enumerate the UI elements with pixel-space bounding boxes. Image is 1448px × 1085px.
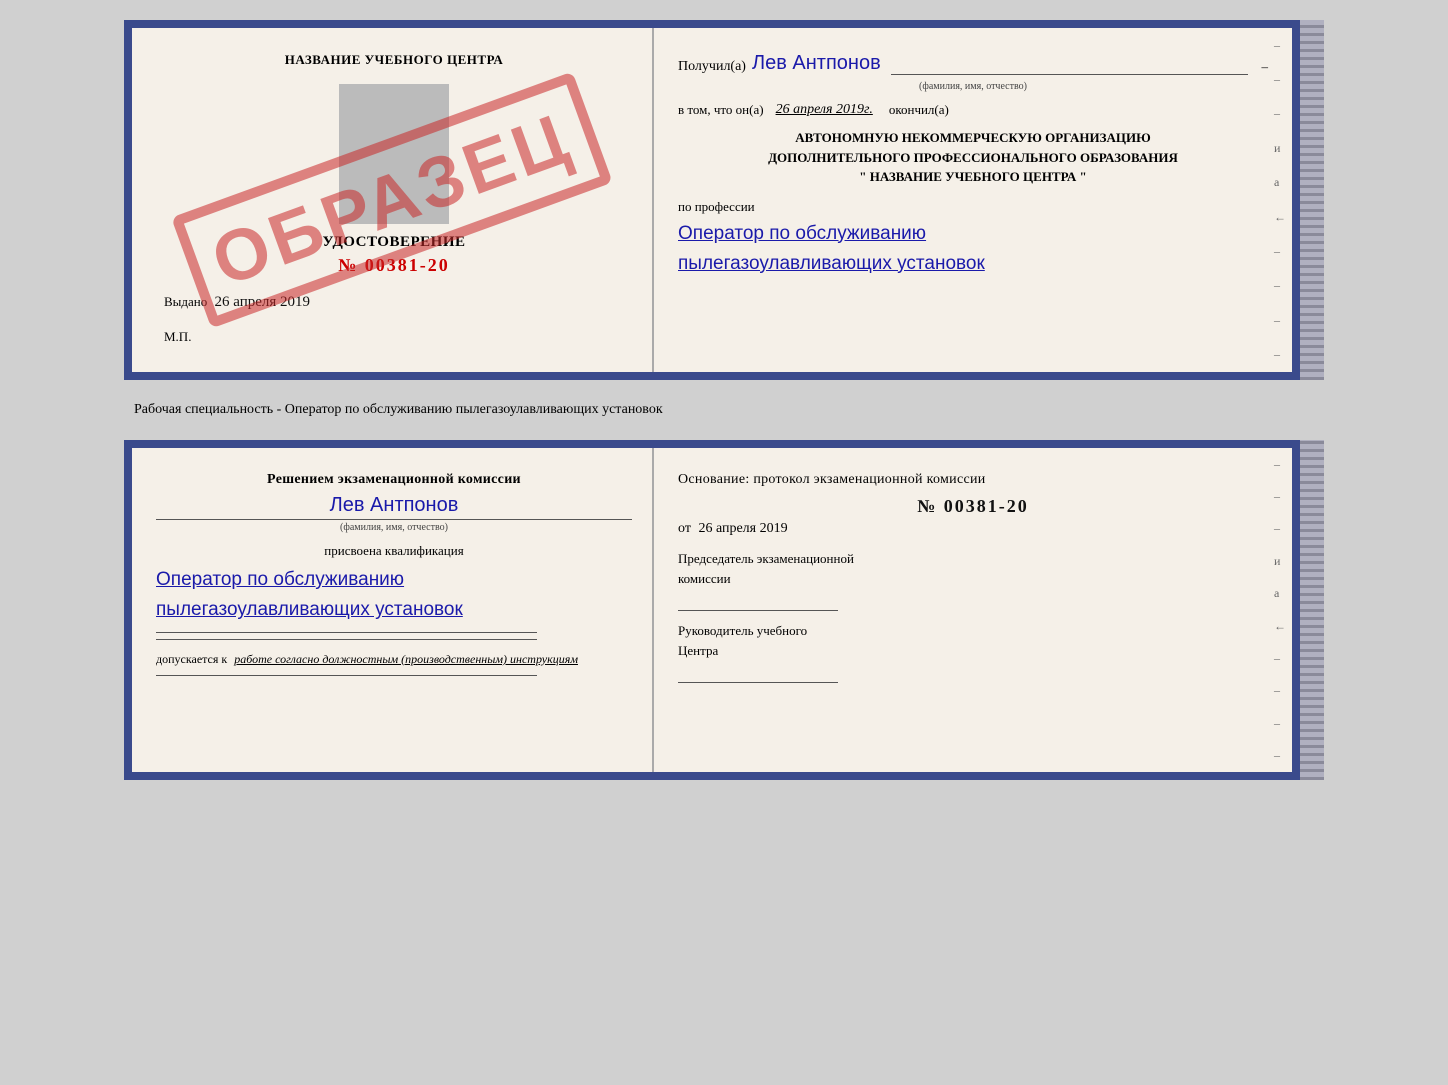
recipient-row: Получил(а) Лев Антпонов – (678, 52, 1268, 75)
protocol-date: от 26 апреля 2019 (678, 521, 1268, 537)
bottom-fio-label: (фамилия, имя, отчество) (156, 519, 632, 533)
predsedatel-line2: комиссии (678, 571, 1268, 587)
poluchil-label: Получил(а) (678, 59, 746, 75)
po-professii-label: по профессии (678, 199, 1268, 215)
protocol-number: № 00381-20 (678, 496, 1268, 517)
cert-number: № 00381-20 (156, 255, 632, 276)
org-line3: " НАЗВАНИЕ УЧЕБНОГО ЦЕНТРА " (678, 167, 1268, 187)
mp-label: М.П. (156, 329, 632, 345)
rukovoditel-line2: Центра (678, 643, 1268, 659)
certificate-bottom: Решением экзаменационной комиссии Лев Ан… (124, 440, 1300, 780)
separator-text: Рабочая специальность - Оператор по обсл… (124, 396, 1324, 424)
vydano-line: Выдано 26 апреля 2019 (156, 294, 632, 311)
bottom-qualification-line2: пылегазоулавливающих установок (156, 595, 632, 625)
fio-label-top: (фамилия, имя, отчество) (678, 81, 1268, 92)
top-school-name: НАЗВАНИЕ УЧЕБНОГО ЦЕНТРА (156, 52, 632, 68)
vydano-prefix: Выдано (164, 294, 207, 309)
predsedatel-sig-line (678, 591, 838, 611)
cert-bottom-left: Решением экзаменационной комиссии Лев Ан… (132, 448, 654, 772)
org-line1: АВТОНОМНУЮ НЕКОММЕРЧЕСКУЮ ОРГАНИЗАЦИЮ (678, 128, 1268, 148)
vtom-prefix: в том, что он(а) (678, 102, 764, 118)
rukovoditel-sig-line (678, 663, 838, 683)
bottom-certificate-wrapper: Решением экзаменационной комиссии Лев Ан… (124, 440, 1324, 780)
bottom-right-dashes: –––иа←–––– (1274, 448, 1286, 772)
photo-placeholder (339, 84, 449, 224)
dopuskaetsya-text: работе согласно должностным (производств… (234, 652, 578, 666)
bottom-recipient-name: Лев Антпонов (156, 494, 632, 517)
recipient-name-top: Лев Антпонов (752, 52, 881, 75)
vydano-date: 26 апреля 2019 (215, 294, 311, 310)
dopuskaetsya-block: допускается к работе согласно должностны… (156, 652, 632, 667)
ot-date: 26 апреля 2019 (698, 521, 787, 536)
vtom-date: 26 апреля 2019г. (776, 102, 873, 118)
bottom-qualification-line1: Оператор по обслуживанию (156, 565, 632, 595)
udostoverenie-label: УДОСТОВЕРЕНИЕ (156, 234, 632, 251)
rukovoditel-line1: Руководитель учебного (678, 623, 1268, 639)
dash-1: – (1262, 59, 1269, 75)
sig-line-2 (156, 639, 537, 640)
vtom-row: в том, что он(а) 26 апреля 2019г. окончи… (678, 102, 1268, 118)
okonchil-label: окончил(а) (889, 102, 949, 118)
org-block: АВТОНОМНУЮ НЕКОММЕРЧЕСКУЮ ОРГАНИЗАЦИЮ ДО… (678, 128, 1268, 187)
binding-right-top (1300, 20, 1324, 380)
predsedatel-block: Председатель экзаменационной комиссии (678, 551, 1268, 611)
ot-prefix: от (678, 521, 691, 536)
right-dashes: –––иа←–––– (1274, 28, 1286, 372)
top-certificate-wrapper: НАЗВАНИЕ УЧЕБНОГО ЦЕНТРА УДОСТОВЕРЕНИЕ №… (124, 20, 1324, 380)
prisvoena-label: присвоена квалификация (156, 543, 632, 559)
predsedatel-line1: Председатель экзаменационной (678, 551, 1268, 567)
dopuskaetsya-prefix: допускается к (156, 652, 227, 666)
resheniem-label: Решением экзаменационной комиссии (156, 472, 632, 488)
org-line2: ДОПОЛНИТЕЛЬНОГО ПРОФЕССИОНАЛЬНОГО ОБРАЗО… (678, 148, 1268, 168)
sig-line-3 (156, 675, 537, 676)
rukovoditel-block: Руководитель учебного Центра (678, 623, 1268, 683)
document-container: НАЗВАНИЕ УЧЕБНОГО ЦЕНТРА УДОСТОВЕРЕНИЕ №… (124, 20, 1324, 780)
profession-line1: Оператор по обслуживанию (678, 219, 1268, 249)
profession-line2: пылегазоулавливающих установок (678, 249, 1268, 279)
name-underline (891, 74, 1248, 75)
binding-right-bottom (1300, 440, 1324, 780)
certificate-top: НАЗВАНИЕ УЧЕБНОГО ЦЕНТРА УДОСТОВЕРЕНИЕ №… (124, 20, 1300, 380)
sig-line-1 (156, 632, 537, 633)
cert-top-left: НАЗВАНИЕ УЧЕБНОГО ЦЕНТРА УДОСТОВЕРЕНИЕ №… (132, 28, 654, 372)
cert-top-right: Получил(а) Лев Антпонов – (фамилия, имя,… (654, 28, 1292, 372)
osnovanie-label: Основание: протокол экзаменационной коми… (678, 472, 1268, 488)
cert-bottom-right: Основание: протокол экзаменационной коми… (654, 448, 1292, 772)
